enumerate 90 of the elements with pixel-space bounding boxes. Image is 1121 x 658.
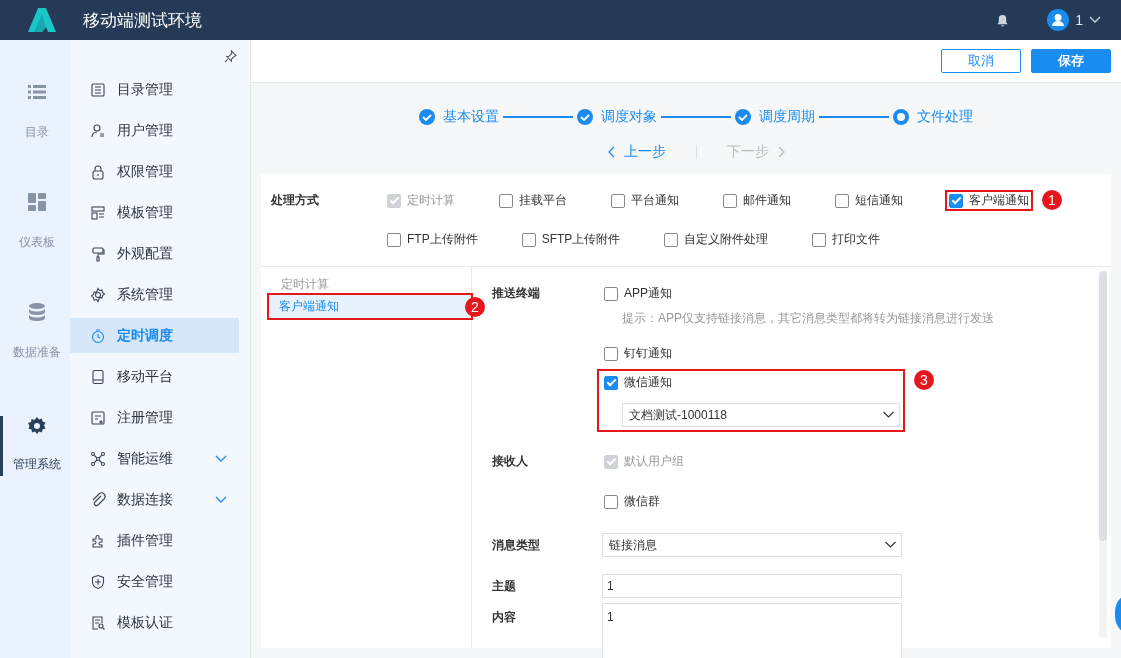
subject-input[interactable]: 1 [602, 574, 902, 598]
menu-item[interactable]: 权限管理 [70, 154, 239, 189]
menu-item[interactable]: 系统管理 [70, 277, 239, 312]
checkbox-option[interactable]: 钉钉通知 [604, 345, 994, 362]
menu-item[interactable]: 移动平台 [70, 359, 239, 394]
checkbox[interactable] [604, 346, 618, 361]
menu-item[interactable]: 外观配置 [70, 236, 239, 271]
menu-icon [90, 532, 106, 549]
checkbox[interactable] [387, 232, 401, 247]
checkbox[interactable] [604, 375, 618, 390]
callout-number: 2 [465, 297, 485, 317]
menu-item[interactable]: 智能运维 [70, 441, 239, 476]
menu-item[interactable]: 目录管理 [70, 72, 239, 107]
checkbox[interactable] [521, 232, 536, 247]
checkbox[interactable] [812, 232, 827, 247]
checkbox-option[interactable]: SFTP上传附件 [521, 231, 621, 248]
chevron-left-icon [607, 146, 616, 158]
chevron-down-icon [884, 541, 897, 549]
checkbox-option[interactable]: 自定义附件处理 [664, 231, 769, 248]
menu-icon [90, 204, 106, 221]
menu-icon [90, 327, 106, 344]
checkbox[interactable] [604, 494, 618, 509]
field-label: 内容 [492, 609, 517, 626]
checkbox-option[interactable]: APP通知 [604, 285, 994, 302]
callout-number: 1 [1042, 190, 1062, 210]
checkbox[interactable] [835, 193, 849, 208]
field-label: 主题 [492, 577, 517, 595]
menu-item[interactable]: 模板认证 [70, 605, 239, 640]
hint-text: 提示：APP仅支持链接消息，其它消息类型都将转为链接消息进行发送 [622, 310, 994, 327]
menu-icon [90, 81, 106, 98]
menu-icon [90, 614, 106, 631]
user-menu[interactable]: 1 [1047, 9, 1101, 31]
content-textarea[interactable]: 1 [602, 603, 902, 658]
menu-icon [90, 286, 106, 303]
menu-icon [90, 368, 106, 385]
bell-icon[interactable] [996, 13, 1010, 27]
group-dropdown[interactable]: 文档测试-1000118 [622, 403, 900, 427]
checkbox-option[interactable]: 邮件通知 [723, 192, 791, 209]
menu-item[interactable]: 数据连接 [70, 482, 239, 517]
checkbox-option[interactable]: 挂载平台 [499, 192, 567, 209]
checkbox-option[interactable]: 微信通知 [604, 374, 898, 391]
menu-item[interactable]: 模板管理 [70, 195, 239, 230]
scrollbar[interactable] [1099, 271, 1107, 638]
field-label: 消息类型 [492, 536, 541, 554]
checkbox-option[interactable]: 短信通知 [835, 192, 903, 209]
cancel-button[interactable]: 取消 [941, 49, 1021, 73]
check-circle-icon [577, 109, 593, 125]
chevron-down-icon [882, 411, 895, 419]
logo-icon [28, 8, 56, 32]
menu-icon [90, 450, 106, 467]
avatar-icon [1047, 9, 1070, 31]
step-connector [819, 116, 889, 118]
checkbox[interactable] [604, 286, 618, 301]
menu-icon [90, 491, 106, 508]
message-type-dropdown[interactable]: 链接消息 [602, 533, 902, 557]
checkbox-option[interactable]: FTP上传附件 [387, 231, 478, 248]
checkbox-option[interactable]: 平台通知 [611, 192, 679, 209]
rail-icon [26, 416, 47, 436]
rail-icon [26, 302, 47, 322]
rail-icon [26, 192, 47, 212]
menu-item[interactable]: 插件管理 [70, 523, 239, 558]
checkbox-option[interactable]: 打印文件 [812, 231, 881, 248]
menu-icon [90, 409, 106, 426]
check-circle-icon [735, 109, 751, 125]
field-label: 推送终端 [492, 285, 541, 302]
checkbox[interactable] [949, 193, 963, 208]
checkbox-option[interactable]: 微信群 [604, 493, 684, 510]
pin-icon[interactable] [224, 50, 237, 63]
check-circle-icon [419, 109, 435, 125]
checkbox[interactable] [723, 193, 737, 208]
checkbox[interactable] [611, 193, 625, 208]
ring-icon [893, 109, 909, 125]
field-label: 接收人 [492, 453, 529, 470]
step-connector [503, 116, 573, 118]
menu-icon [90, 163, 106, 180]
field-label: 处理方式 [271, 192, 320, 209]
checkbox[interactable] [664, 232, 679, 247]
menu-item[interactable]: 用户管理 [70, 113, 239, 148]
rail-icon [26, 82, 47, 102]
step-connector [661, 116, 731, 118]
menu-item[interactable]: 安全管理 [70, 564, 239, 599]
chevron-right-icon [776, 146, 785, 158]
checkbox[interactable] [499, 193, 513, 208]
callout-number: 3 [914, 370, 934, 390]
menu-item[interactable]: 注册管理 [70, 400, 239, 435]
menu-icon [90, 573, 106, 590]
menu-icon [90, 245, 106, 262]
chevron-down-icon [1089, 16, 1101, 24]
app-title: 移动端测试环境 [83, 9, 202, 32]
menu-icon [90, 122, 106, 139]
